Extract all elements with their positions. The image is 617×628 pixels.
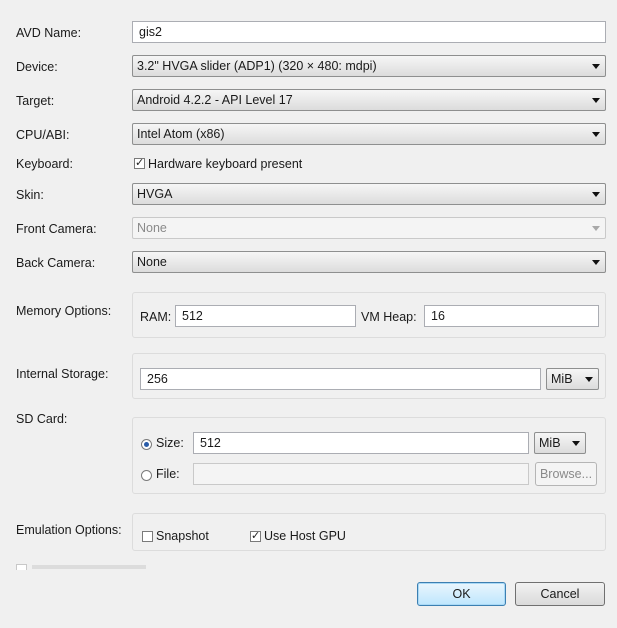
device-select-value: 3.2" HVGA slider (ADP1) (320 × 480: mdpi… — [137, 59, 377, 73]
sd-size-unit-select[interactable]: MiB — [534, 432, 586, 454]
sd-size-unit-value: MiB — [539, 436, 561, 450]
clipped-checkbox-label — [32, 565, 222, 569]
sd-card-group: Size: 512 MiB File: Browse... — [132, 417, 606, 494]
memory-options-group: RAM: 512 VM Heap: 16 — [132, 292, 606, 338]
ram-label: RAM: — [140, 310, 172, 324]
snapshot-checkbox[interactable] — [142, 531, 153, 542]
cpu-abi-label: CPU/ABI: — [16, 128, 70, 142]
skin-select-value: HVGA — [137, 187, 173, 201]
hardware-keyboard-checkbox-label: Hardware keyboard present — [148, 157, 303, 171]
internal-storage-unit-value: MiB — [551, 372, 573, 386]
sd-size-input[interactable]: 512 — [193, 432, 529, 454]
sd-size-radio[interactable] — [141, 439, 152, 450]
cpu-abi-select-value: Intel Atom (x86) — [137, 127, 225, 141]
device-label: Device: — [16, 60, 58, 74]
back-camera-select[interactable]: None — [132, 251, 606, 273]
target-label: Target: — [16, 94, 55, 108]
avd-name-label: AVD Name: — [16, 26, 82, 40]
cancel-button[interactable]: Cancel — [515, 582, 605, 606]
chevron-down-icon — [585, 377, 593, 382]
hardware-keyboard-checkbox[interactable] — [134, 156, 145, 170]
target-select-value: Android 4.2.2 - API Level 17 — [137, 93, 293, 107]
vm-heap-input[interactable]: 16 — [424, 305, 599, 327]
internal-storage-unit-select[interactable]: MiB — [546, 368, 599, 390]
sd-file-radio[interactable] — [141, 470, 152, 481]
ram-input[interactable]: 512 — [175, 305, 356, 327]
vm-heap-label: VM Heap: — [361, 310, 417, 324]
device-select[interactable]: 3.2" HVGA slider (ADP1) (320 × 480: mdpi… — [132, 55, 606, 77]
sd-card-label: SD Card: — [16, 412, 68, 426]
keyboard-label: Keyboard: — [16, 157, 73, 171]
avd-name-input[interactable]: gis2 — [132, 21, 606, 43]
emulation-options-group: Snapshot Use Host GPU — [132, 513, 606, 551]
target-select[interactable]: Android 4.2.2 - API Level 17 — [132, 89, 606, 111]
use-host-gpu-label: Use Host GPU — [264, 529, 346, 543]
back-camera-select-value: None — [137, 255, 167, 269]
browse-button[interactable]: Browse... — [535, 462, 597, 486]
back-camera-label: Back Camera: — [16, 256, 96, 270]
chevron-down-icon — [592, 192, 600, 197]
skin-label: Skin: — [16, 188, 44, 202]
chevron-down-icon — [592, 98, 600, 103]
ok-button[interactable]: OK — [417, 582, 506, 606]
internal-storage-label: Internal Storage: — [16, 367, 109, 381]
cpu-abi-select[interactable]: Intel Atom (x86) — [132, 123, 606, 145]
internal-storage-group: 256 MiB — [132, 353, 606, 399]
emulation-options-label: Emulation Options: — [16, 523, 122, 537]
sd-file-input[interactable] — [193, 463, 529, 485]
front-camera-select[interactable]: None — [132, 217, 606, 239]
chevron-down-icon — [572, 441, 580, 446]
internal-storage-input[interactable]: 256 — [140, 368, 541, 390]
use-host-gpu-checkbox[interactable] — [250, 529, 261, 543]
clipped-checkbox[interactable] — [16, 564, 27, 570]
sd-file-label: File: — [156, 467, 180, 481]
front-camera-select-value: None — [137, 221, 167, 235]
chevron-down-icon — [592, 260, 600, 265]
skin-select[interactable]: HVGA — [132, 183, 606, 205]
chevron-down-icon — [592, 226, 600, 231]
snapshot-label: Snapshot — [156, 529, 209, 543]
sd-size-label: Size: — [156, 436, 184, 450]
memory-options-label: Memory Options: — [16, 304, 112, 318]
chevron-down-icon — [592, 64, 600, 69]
front-camera-label: Front Camera: — [16, 222, 97, 236]
chevron-down-icon — [592, 132, 600, 137]
